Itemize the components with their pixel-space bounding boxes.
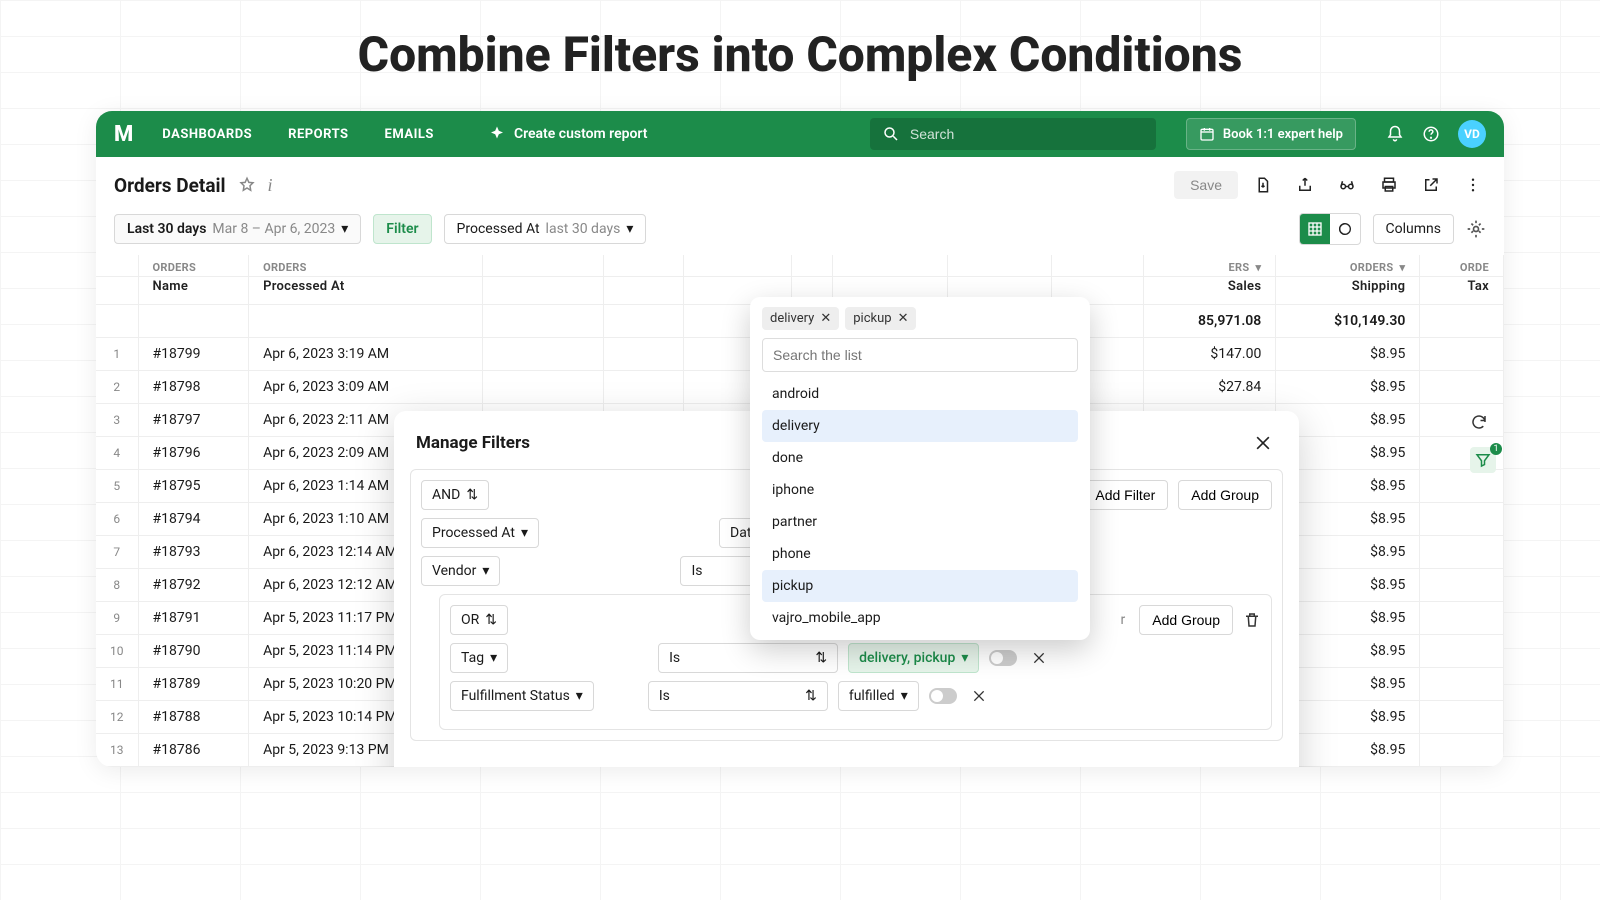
open-external-icon[interactable] — [1418, 172, 1444, 198]
app-logo: M — [114, 122, 132, 147]
add-group-inner-button[interactable]: Add Group — [1139, 605, 1233, 635]
create-custom-report[interactable]: Create custom report — [488, 125, 648, 143]
op-is-fulfillment[interactable]: Is⇅ — [648, 681, 828, 711]
col-group-date: ORDERS — [249, 255, 483, 277]
chevron-down-icon: ▾ — [341, 221, 348, 237]
book-help-button[interactable]: Book 1:1 expert help — [1186, 118, 1356, 150]
range-dates: Mar 8 – Apr 6, 2023 — [212, 221, 335, 237]
col-group-ers: ERS — [1229, 261, 1250, 274]
topnav: DASHBOARDS REPORTS EMAILS — [162, 127, 434, 142]
col-group-orde: ORDE — [1420, 255, 1504, 277]
settings-icon[interactable] — [1466, 219, 1486, 239]
remove-chip-icon[interactable]: ✕ — [898, 311, 909, 326]
topbar-icons: VD — [1386, 120, 1486, 148]
calendar-icon — [1199, 126, 1215, 142]
report-title: Orders Detail — [114, 174, 226, 197]
star-icon[interactable] — [238, 176, 256, 194]
field-vendor[interactable]: Vendor▾ — [421, 556, 500, 586]
col-name[interactable]: Name — [138, 277, 249, 305]
delete-group-icon[interactable] — [1243, 611, 1261, 629]
total-sales: 85,971.08 — [1143, 305, 1276, 338]
tag-chip[interactable]: delivery ✕ — [762, 307, 839, 330]
field-fulfillment[interactable]: Fulfillment Status▾ — [450, 681, 594, 711]
total-shipping: $10,149.30 — [1276, 305, 1420, 338]
nav-emails[interactable]: EMAILS — [385, 127, 434, 142]
tag-option[interactable]: vajro_mobile_app — [762, 602, 1078, 634]
tag-options-popover: delivery ✕ pickup ✕ androiddeliverydoneip… — [750, 297, 1090, 640]
nav-reports[interactable]: REPORTS — [288, 127, 348, 142]
tag-chip[interactable]: pickup ✕ — [845, 307, 916, 330]
controls-row: Last 30 days Mar 8 – Apr 6, 2023 ▾ Filte… — [96, 207, 1504, 255]
filter-rail-icon[interactable] — [1470, 447, 1496, 473]
bell-icon[interactable] — [1386, 125, 1404, 143]
global-search[interactable] — [870, 118, 1156, 150]
remove-tag-filter-icon[interactable] — [1027, 646, 1051, 670]
user-avatar[interactable]: VD — [1458, 120, 1486, 148]
print-icon[interactable] — [1376, 172, 1402, 198]
col-tax[interactable]: Tax — [1420, 277, 1504, 305]
logic-and-select[interactable]: AND⇅ — [421, 480, 489, 510]
logic-or-select[interactable]: OR⇅ — [450, 605, 508, 635]
tag-option[interactable]: phone — [762, 538, 1078, 570]
date-range-chip[interactable]: Last 30 days Mar 8 – Apr 6, 2023 ▾ — [114, 214, 361, 244]
chevron-down-icon: ▾ — [626, 221, 633, 237]
col-processed[interactable]: Processed At — [249, 277, 483, 305]
view-toggle[interactable] — [1299, 213, 1361, 245]
right-rail — [1470, 413, 1496, 473]
nav-dashboards[interactable]: DASHBOARDS — [162, 127, 252, 142]
col-shipping[interactable]: Shipping — [1276, 277, 1420, 305]
remove-chip-icon[interactable]: ✕ — [820, 311, 831, 326]
tag-option[interactable]: done — [762, 442, 1078, 474]
filter-button[interactable]: Filter — [373, 214, 431, 244]
sparkle-icon — [488, 125, 506, 143]
op-is-tag[interactable]: Is⇅ — [658, 643, 838, 673]
chart-view-icon[interactable] — [1330, 214, 1360, 244]
download-icon[interactable] — [1250, 172, 1276, 198]
save-button[interactable]: Save — [1174, 171, 1238, 199]
columns-button[interactable]: Columns — [1373, 214, 1454, 244]
field-tag[interactable]: Tag▾ — [450, 643, 508, 673]
add-filter-button[interactable]: Add Filter — [1082, 480, 1168, 510]
remove-fulfillment-filter-icon[interactable] — [967, 684, 991, 708]
tag-toggle[interactable] — [989, 650, 1017, 666]
fulfillment-value[interactable]: fulfilled▾ — [838, 681, 919, 711]
page-subheader: Orders Detail i Save — [96, 157, 1504, 207]
share-icon[interactable] — [1292, 172, 1318, 198]
add-group-button[interactable]: Add Group — [1178, 480, 1272, 510]
expert-label: Book 1:1 expert help — [1223, 127, 1343, 142]
col-sales[interactable]: Sales — [1143, 277, 1276, 305]
tag-option[interactable]: pickup — [762, 570, 1078, 602]
fulfillment-toggle[interactable] — [929, 688, 957, 704]
topbar: M DASHBOARDS REPORTS EMAILS Create custo… — [96, 111, 1504, 157]
search-input[interactable] — [910, 126, 1144, 142]
custom-report-label: Create custom report — [514, 126, 648, 142]
tag-search-input[interactable] — [762, 338, 1078, 372]
tag-value-select[interactable]: delivery, pickup▾ — [848, 643, 979, 673]
tag-option[interactable]: iphone — [762, 474, 1078, 506]
app-window: M DASHBOARDS REPORTS EMAILS Create custo… — [96, 111, 1504, 767]
more-icon[interactable] — [1460, 172, 1486, 198]
range-label: Last 30 days — [127, 221, 206, 237]
table-view-icon[interactable] — [1300, 214, 1330, 244]
page-heading: Combine Filters into Complex Conditions — [0, 26, 1600, 83]
modal-close-icon[interactable] — [1249, 429, 1277, 457]
col-group-name: ORDERS — [138, 255, 249, 277]
tag-option[interactable]: android — [762, 378, 1078, 410]
col-group-orders: ORDERS — [1350, 261, 1394, 274]
tag-option[interactable]: delivery — [762, 410, 1078, 442]
info-icon[interactable]: i — [268, 175, 273, 196]
field-processed-at[interactable]: Processed At▾ — [421, 518, 539, 548]
processed-at-value: last 30 days — [546, 221, 621, 237]
tag-option[interactable]: partner — [762, 506, 1078, 538]
search-icon — [882, 125, 900, 143]
refresh-icon[interactable] — [1470, 413, 1496, 431]
processed-at-label: Processed At — [457, 221, 540, 237]
glasses-icon[interactable] — [1334, 172, 1360, 198]
help-icon[interactable] — [1422, 125, 1440, 143]
processed-at-chip[interactable]: Processed At last 30 days ▾ — [444, 214, 647, 244]
